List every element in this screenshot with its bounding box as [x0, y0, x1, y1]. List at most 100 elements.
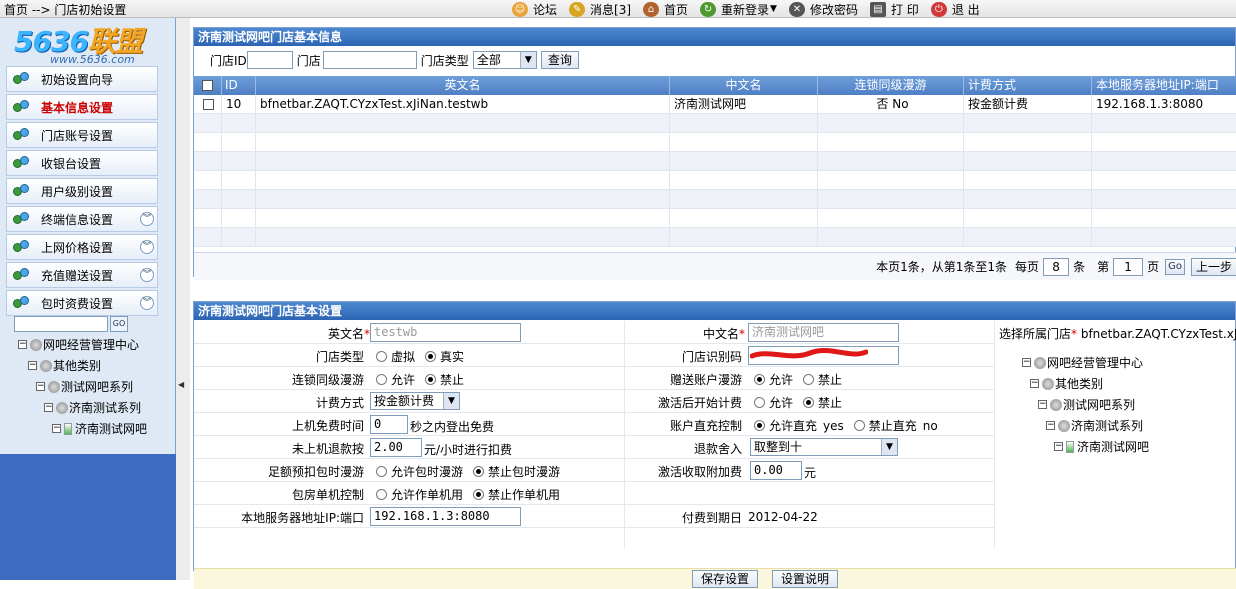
store-type-real-radio[interactable]: [425, 351, 437, 362]
server-input[interactable]: 192.168.1.3:8080: [370, 507, 521, 526]
topup-allow-radio[interactable]: [754, 420, 765, 431]
store-settings-title: 济南测试网吧门店基本设置: [194, 302, 1235, 320]
refund-input[interactable]: 2.00: [370, 438, 422, 457]
roam-deny-radio[interactable]: [425, 374, 437, 385]
column-header-billing[interactable]: 计费方式: [964, 76, 1092, 95]
chevron-down-icon[interactable]: ︾: [140, 268, 154, 282]
gear-icon: [1034, 356, 1046, 369]
users-icon: [13, 72, 33, 86]
gear-icon: [40, 359, 52, 372]
tree-node-test-series[interactable]: − 测试网吧系列: [1038, 396, 1135, 413]
collapse-icon[interactable]: −: [52, 424, 61, 433]
store-type-radio-group: 虚拟 真实: [376, 348, 474, 365]
topup-deny-radio[interactable]: [853, 420, 865, 431]
tree-node-jinan-netbar[interactable]: − 济南测试网吧: [52, 420, 147, 437]
tree-node-jinan-series[interactable]: − 济南测试系列: [1046, 417, 1143, 434]
message-icon: ✎: [569, 1, 586, 17]
sidebar-item-package[interactable]: 包时资费设置 ︾: [6, 290, 158, 316]
sidebar-item-cashier[interactable]: 收银台设置: [6, 150, 158, 176]
store-type-select[interactable]: 全部 ▼: [472, 51, 537, 69]
sidebar-item-basic-info[interactable]: 基本信息设置: [6, 94, 158, 120]
collapse-icon[interactable]: −: [1022, 358, 1031, 367]
cn-name-input[interactable]: 济南测试网吧: [748, 323, 899, 342]
tree-search-go-button[interactable]: GO: [110, 316, 128, 332]
query-button[interactable]: 查询: [540, 51, 579, 69]
row-checkbox[interactable]: [203, 99, 214, 110]
collapse-icon[interactable]: −: [1030, 379, 1039, 388]
forum-icon: ☺: [512, 1, 528, 17]
room-allow-radio[interactable]: [376, 489, 387, 500]
activate-billing-allow-radio[interactable]: [754, 397, 765, 408]
sidebar-item-user-level[interactable]: 用户级别设置: [6, 178, 158, 204]
tree-node-root[interactable]: − 网吧经营管理中心: [1022, 354, 1143, 371]
store-info-title: 济南测试网吧门店基本信息: [194, 28, 1235, 46]
sidebar-splitter[interactable]: ◀: [176, 18, 190, 580]
dropdown-arrow-icon: ▼: [443, 393, 459, 409]
collapse-icon[interactable]: −: [1046, 421, 1055, 430]
en-name-input[interactable]: testwb: [370, 323, 521, 342]
nav-relogin[interactable]: ↻ 重新登录 ▼: [700, 1, 777, 18]
roam-allow-radio[interactable]: [376, 374, 387, 385]
page-input[interactable]: 1: [1113, 257, 1144, 276]
chevron-down-icon[interactable]: ︾: [140, 296, 154, 310]
tree-node-other[interactable]: − 其他类别: [1030, 375, 1103, 392]
collapse-icon[interactable]: −: [1054, 442, 1063, 451]
sidebar-item-wizard[interactable]: 初始设置向导: [6, 66, 158, 92]
help-button[interactable]: 设置说明: [772, 570, 838, 588]
collapse-icon[interactable]: −: [1038, 400, 1047, 409]
tree-node-other[interactable]: − 其他类别: [28, 357, 101, 374]
prepay-deny-radio[interactable]: [473, 466, 485, 477]
cell-cn-name: 济南测试网吧: [670, 95, 818, 113]
rounding-select[interactable]: 取整到十 ▼: [750, 438, 898, 456]
nav-messages[interactable]: ✎ 消息[3]: [569, 1, 631, 18]
column-header-id[interactable]: ID: [222, 76, 256, 95]
nav-change-password[interactable]: ✕ 修改密码: [788, 1, 858, 18]
select-all-checkbox[interactable]: [202, 80, 213, 91]
users-icon: [13, 100, 33, 114]
table-row[interactable]: 10 bfnetbar.ZAQT.CYzxTest.xJiNan.testwb …: [194, 95, 1236, 114]
prepay-allow-radio[interactable]: [376, 466, 387, 477]
gift-roam-deny-radio[interactable]: [803, 374, 815, 385]
billing-select[interactable]: 按金额计费 ▼: [370, 392, 460, 410]
gift-roam-allow-radio[interactable]: [754, 374, 765, 385]
save-button[interactable]: 保存设置: [692, 570, 758, 588]
collapse-icon[interactable]: −: [36, 382, 45, 391]
store-type-virtual-radio[interactable]: [376, 351, 387, 362]
exit-icon: ⏻: [930, 1, 947, 17]
column-header-roaming[interactable]: 连锁同级漫游: [818, 76, 964, 95]
nav-exit[interactable]: ⏻ 退 出: [930, 1, 980, 18]
room-deny-radio[interactable]: [473, 489, 485, 500]
chevron-down-icon[interactable]: ︾: [140, 212, 154, 226]
sidebar-item-terminal[interactable]: 终端信息设置 ︾: [6, 206, 158, 232]
collapse-icon[interactable]: −: [44, 403, 53, 412]
nav-forum[interactable]: ☺ 论坛: [512, 1, 557, 18]
go-button[interactable]: Go: [1165, 258, 1185, 275]
free-time-input[interactable]: 0: [370, 415, 408, 434]
select-all-cell: [194, 76, 222, 95]
sidebar-item-recharge-gift[interactable]: 充值赠送设置 ︾: [6, 262, 158, 288]
column-header-server-ip[interactable]: 本地服务器地址IP:端口: [1092, 76, 1236, 95]
store-input[interactable]: [322, 51, 417, 69]
prev-button[interactable]: 上一步: [1190, 257, 1236, 276]
activate-fee-input[interactable]: 0.00: [750, 461, 802, 480]
tree-node-test-series[interactable]: − 测试网吧系列: [36, 378, 133, 395]
tree-search-input[interactable]: [14, 316, 108, 332]
nav-print[interactable]: ▤ 打 印: [869, 1, 919, 18]
sidebar-item-store-account[interactable]: 门店账号设置: [6, 122, 158, 148]
column-header-cn-name[interactable]: 中文名: [670, 76, 818, 95]
gift-roam-label: 赠送账户漫游: [669, 373, 742, 387]
chevron-down-icon[interactable]: ︾: [140, 240, 154, 254]
cell-server-ip: 192.168.1.3:8080: [1096, 97, 1204, 111]
tree-node-root[interactable]: − 网吧经营管理中心: [18, 336, 139, 353]
store-id-input[interactable]: [246, 51, 293, 69]
nav-home[interactable]: ⌂ 首页: [643, 1, 688, 18]
tree-node-jinan-series[interactable]: − 济南测试系列: [44, 399, 141, 416]
collapse-arrow-icon[interactable]: ◀: [178, 380, 184, 389]
collapse-icon[interactable]: −: [18, 340, 27, 349]
sidebar-item-price[interactable]: 上网价格设置 ︾: [6, 234, 158, 260]
activate-billing-deny-radio[interactable]: [803, 397, 815, 408]
per-page-input[interactable]: 8: [1043, 257, 1070, 276]
column-header-en-name[interactable]: 英文名: [256, 76, 670, 95]
collapse-icon[interactable]: −: [28, 361, 37, 370]
tree-node-jinan-netbar[interactable]: − 济南测试网吧: [1054, 438, 1149, 455]
